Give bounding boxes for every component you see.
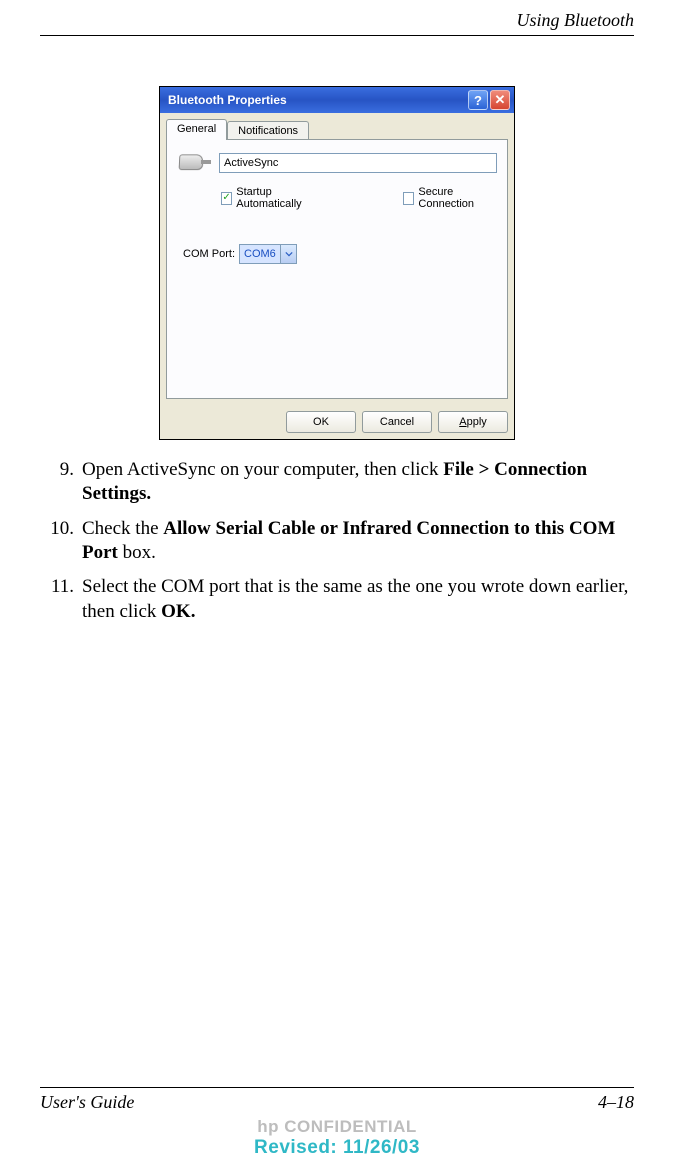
step-10: 10. Check the Allow Serial Cable or Infr… [40, 517, 634, 566]
revised-date: Revised: 11/26/03 [0, 1137, 674, 1159]
chevron-down-icon [280, 245, 296, 263]
tab-panel-general: ActiveSync ✓ Startup Automatically Secur… [166, 139, 508, 399]
cancel-button[interactable]: Cancel [362, 411, 432, 433]
confidential-line: hp CONFIDENTIAL [0, 1117, 674, 1137]
dialog-titlebar[interactable]: Bluetooth Properties ? ✕ [160, 87, 514, 113]
checkbox-checked-icon: ✓ [221, 192, 232, 205]
confidential-block: hp CONFIDENTIAL Revised: 11/26/03 [0, 1117, 674, 1159]
tab-notifications[interactable]: Notifications [227, 121, 309, 140]
device-name-value: ActiveSync [224, 157, 278, 169]
section-title: Using Bluetooth [517, 10, 635, 31]
dialog-title: Bluetooth Properties [164, 93, 466, 107]
secure-label: Secure Connection [418, 186, 497, 210]
com-port-select[interactable]: COM6 [239, 244, 297, 264]
step-text: Open ActiveSync on your computer, then c… [82, 458, 634, 507]
apply-button[interactable]: Apply [438, 411, 508, 433]
device-name-input[interactable]: ActiveSync [219, 153, 497, 173]
help-icon[interactable]: ? [468, 90, 488, 110]
footer-rule [40, 1087, 634, 1088]
close-icon[interactable]: ✕ [490, 90, 510, 110]
step-text: Select the COM port that is the same as … [82, 575, 634, 624]
startup-automatically-checkbox[interactable]: ✓ Startup Automatically [221, 186, 323, 210]
bluetooth-properties-dialog: Bluetooth Properties ? ✕ General Notific… [159, 86, 515, 440]
footer-right: 4–18 [598, 1092, 634, 1113]
secure-connection-checkbox[interactable]: Secure Connection [403, 186, 497, 210]
com-port-value: COM6 [240, 245, 280, 263]
serial-connector-icon [177, 150, 213, 176]
ok-button[interactable]: OK [286, 411, 356, 433]
step-number: 9. [40, 458, 74, 507]
instruction-list: 9. Open ActiveSync on your computer, the… [40, 458, 634, 624]
page-header: Using Bluetooth [40, 0, 634, 31]
startup-label: Startup Automatically [236, 186, 323, 210]
step-9: 9. Open ActiveSync on your computer, the… [40, 458, 634, 507]
step-number: 11. [40, 575, 74, 624]
checkbox-unchecked-icon [403, 192, 414, 205]
tab-general[interactable]: General [166, 119, 227, 140]
step-text: Check the Allow Serial Cable or Infrared… [82, 517, 634, 566]
footer-left: User's Guide [40, 1092, 134, 1113]
header-rule [40, 35, 634, 36]
page-footer: User's Guide 4–18 [40, 1087, 634, 1113]
step-number: 10. [40, 517, 74, 566]
step-11: 11. Select the COM port that is the same… [40, 575, 634, 624]
com-port-label: COM Port: [177, 248, 235, 260]
